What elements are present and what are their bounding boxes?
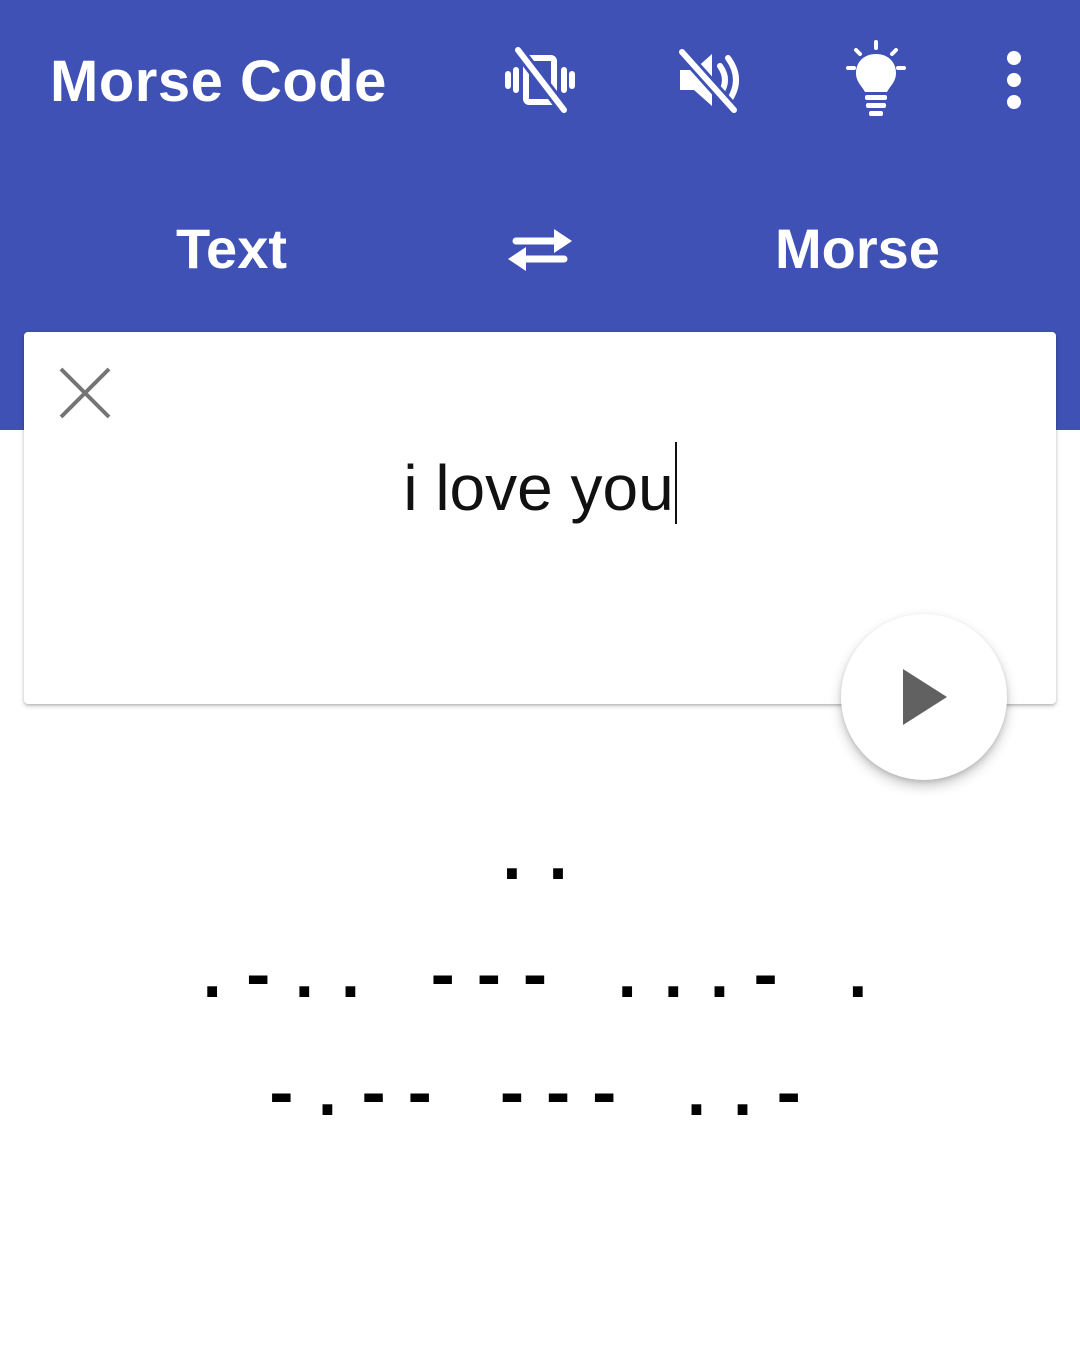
morse-line: -.-- --- ..- (263, 1060, 817, 1130)
overflow-menu-button[interactable] (974, 40, 1054, 120)
clear-button[interactable] (50, 358, 120, 428)
app-title: Morse Code (50, 49, 387, 114)
swap-direction-button[interactable] (500, 220, 580, 280)
more-vert-icon (1007, 51, 1021, 109)
sound-off-button[interactable] (668, 40, 748, 120)
flashlight-icon (846, 40, 906, 116)
morse-line: .. (493, 824, 587, 894)
flashlight-button[interactable] (836, 40, 916, 120)
close-icon (59, 367, 111, 419)
target-language-tab[interactable]: Morse (775, 216, 940, 281)
source-language-tab[interactable]: Text (176, 216, 287, 281)
translation-direction-bar: Text Morse (0, 180, 1080, 320)
morse-line: .-.. --- ...- . (194, 942, 886, 1012)
text-input-value: i love you (403, 452, 674, 524)
swap-arrows-icon (508, 229, 572, 271)
volume-off-icon (677, 47, 739, 115)
play-icon (903, 669, 947, 725)
text-cursor (674, 442, 677, 524)
text-input[interactable]: i love you (24, 442, 1056, 525)
vibration-off-button[interactable] (500, 40, 580, 120)
play-button[interactable] (841, 614, 1007, 780)
morse-output: .. .-.. --- ...- . -.-- --- ..- (0, 800, 1080, 1154)
vibration-off-icon (505, 46, 575, 114)
